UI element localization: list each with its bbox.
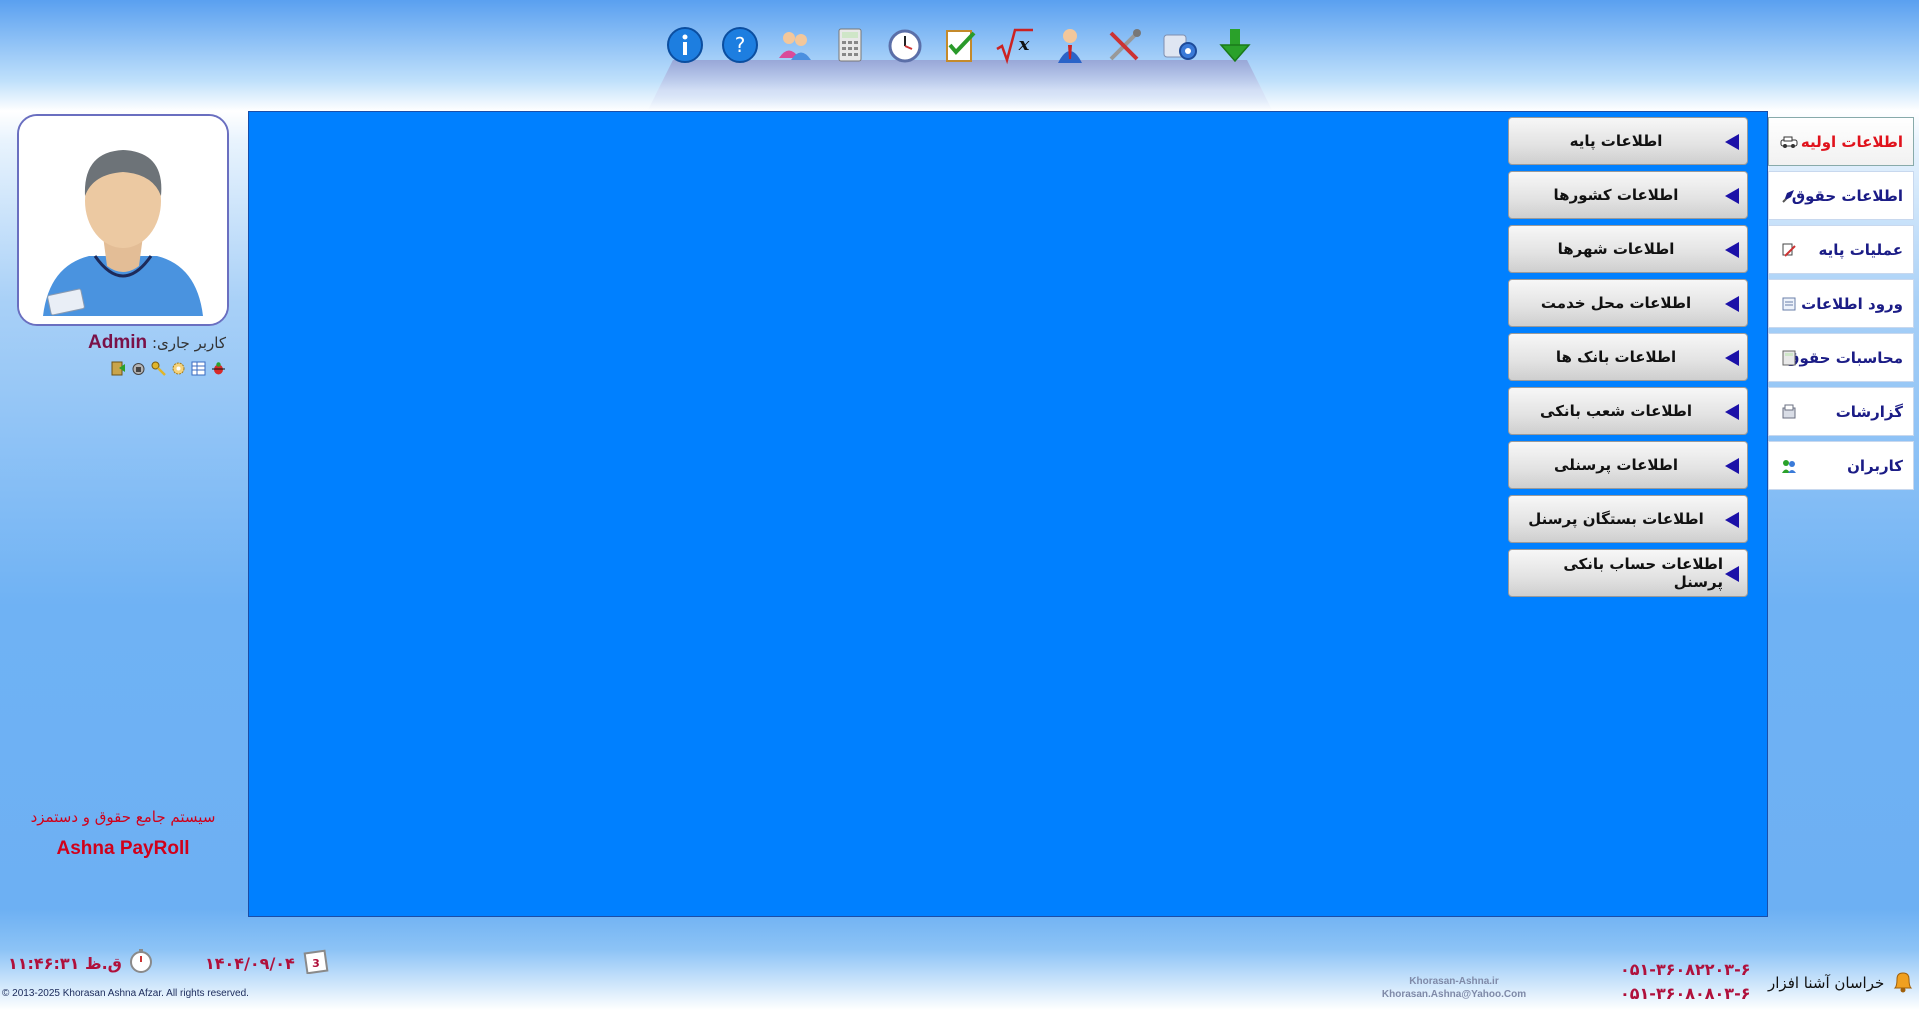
users-icon[interactable] — [773, 23, 818, 68]
main-item-initial-info[interactable]: اطلاعات اولیه — [1768, 117, 1914, 166]
help-icon[interactable]: ? — [718, 23, 763, 68]
calculator-small-icon — [1779, 348, 1799, 368]
table-icon[interactable] — [190, 360, 207, 377]
calculator-icon[interactable] — [828, 23, 873, 68]
arrow-left-icon — [1725, 512, 1739, 528]
main-item-base-operations[interactable]: عملیات پایه — [1768, 225, 1914, 274]
main-item-salary-info[interactable]: اطلاعات حقوق — [1768, 171, 1914, 220]
employee-icon[interactable] — [1048, 23, 1093, 68]
tools-icon[interactable] — [1103, 23, 1148, 68]
arrow-left-icon — [1725, 188, 1739, 204]
gear-icon[interactable] — [170, 360, 187, 377]
car-icon — [1779, 132, 1799, 152]
footer-time: ۱۱:۴۶:۳۱ ق.ظ — [8, 948, 154, 978]
report-icon — [1779, 402, 1799, 422]
brand-title-en: Ashna PayRoll — [56, 838, 190, 859]
copyright: © 2013-2025 Khorasan Ashna Afzar. All ri… — [2, 988, 249, 999]
clock-icon[interactable] — [883, 23, 928, 68]
info-icon[interactable] — [663, 23, 708, 68]
company-contact: Khorasan-Ashna.ir Khorasan.Ashna@Yahoo.C… — [1366, 975, 1542, 1001]
arrow-left-icon — [1725, 566, 1739, 582]
stopwatch-icon — [128, 948, 154, 978]
footer-date: ۱۴۰۴/۰۹/۰۴ 3 — [205, 948, 329, 978]
download-arrow-icon[interactable] — [1213, 23, 1258, 68]
company-phones: ۰۵۱-۳۶۰۸۲۲۰۳-۶ ۰۵۱-۳۶۰۸۰۸۰۳-۶ — [1620, 958, 1750, 1006]
user-tools — [110, 360, 227, 377]
arrow-left-icon — [1725, 350, 1739, 366]
main-item-label: کاربران — [1847, 456, 1903, 475]
main-item-reports[interactable]: گزارشات — [1768, 387, 1914, 436]
phone-1: ۰۵۱-۳۶۰۸۲۲۰۳-۶ — [1620, 960, 1751, 979]
main-item-label: ورود اطلاعات — [1801, 294, 1903, 313]
data-entry-icon — [1779, 294, 1799, 314]
company-name-block: خراسان آشنا افزار — [1768, 968, 1916, 998]
sub-item-base-info[interactable]: اطلاعات پایه — [1508, 117, 1748, 165]
sub-item-label: اطلاعات شعب بانکی — [1540, 402, 1692, 420]
sub-item-label: اطلاعات بستگان پرسنل — [1528, 510, 1704, 528]
main-item-label: گزارشات — [1835, 402, 1903, 421]
key-icon[interactable] — [150, 360, 167, 377]
checklist-icon[interactable] — [938, 23, 983, 68]
top-toolbar: ? x — [648, 0, 1272, 110]
main-item-salary-calculations[interactable]: محاسبات حقوق — [1768, 333, 1914, 382]
exit-icon[interactable] — [110, 360, 127, 377]
sub-item-label: اطلاعات بانک ها — [1555, 348, 1677, 366]
sub-item-bank-branches[interactable]: اطلاعات شعب بانکی — [1508, 387, 1748, 435]
current-user-name: Admin — [88, 332, 148, 353]
settings-tools-icon — [1779, 240, 1799, 260]
svg-text:x: x — [1018, 34, 1030, 55]
toolbar-icons: ? x — [660, 20, 1260, 70]
settings-icon[interactable] — [1158, 23, 1203, 68]
company-name: خراسان آشنا افزار — [1768, 974, 1885, 992]
arrow-left-icon — [1725, 242, 1739, 258]
main-item-label: محاسبات حقوق — [1786, 348, 1903, 367]
company-website[interactable]: Khorasan-Ashna.ir — [1366, 975, 1542, 988]
main-item-label: عملیات پایه — [1818, 240, 1903, 259]
main-item-label: اطلاعات حقوق — [1791, 186, 1903, 205]
sub-item-service-location[interactable]: اطلاعات محل خدمت — [1508, 279, 1748, 327]
sub-item-countries[interactable]: اطلاعات کشورها — [1508, 171, 1748, 219]
sub-item-label: اطلاعات پرسنلی — [1554, 456, 1678, 474]
company-email[interactable]: Khorasan.Ashna@Yahoo.Com — [1366, 988, 1542, 1001]
arrow-left-icon — [1725, 296, 1739, 312]
users-small-icon — [1779, 456, 1799, 476]
lock-icon[interactable] — [130, 360, 147, 377]
phone-2: ۰۵۱-۳۶۰۸۰۸۰۳-۶ — [1620, 984, 1751, 1003]
date-text: ۱۴۰۴/۰۹/۰۴ — [205, 953, 295, 973]
svg-text:?: ? — [735, 33, 746, 57]
current-user: کاربر جاری: Admin — [20, 332, 226, 354]
sub-item-personnel-relatives[interactable]: اطلاعات بستگان پرسنل — [1508, 495, 1748, 543]
time-text: ۱۱:۴۶:۳۱ ق.ظ — [8, 953, 122, 973]
sub-item-label: اطلاعات کشورها — [1553, 186, 1679, 204]
arrow-left-icon — [1725, 134, 1739, 150]
pen-icon — [1779, 186, 1799, 206]
sub-item-banks[interactable]: اطلاعات بانک ها — [1508, 333, 1748, 381]
sub-item-personnel-bank-account[interactable]: اطلاعات حساب بانکی پرسنل — [1508, 549, 1748, 597]
bell-icon — [1890, 968, 1916, 998]
sqrt-x-icon[interactable]: x — [993, 23, 1038, 68]
brand-title-fa: سیستم جامع حقوق و دستمزد — [30, 808, 216, 826]
user-avatar — [17, 114, 229, 326]
arrow-left-icon — [1725, 458, 1739, 474]
svg-text:3: 3 — [312, 957, 320, 970]
bug-icon[interactable] — [210, 360, 227, 377]
arrow-left-icon — [1725, 404, 1739, 420]
sub-item-label: اطلاعات پایه — [1569, 132, 1663, 150]
sub-item-label: اطلاعات حساب بانکی پرسنل — [1563, 555, 1723, 591]
current-user-label: کاربر جاری: — [151, 334, 226, 352]
main-item-label: اطلاعات اولیه — [1800, 132, 1903, 151]
sub-item-cities[interactable]: اطلاعات شهرها — [1508, 225, 1748, 273]
sub-item-label: اطلاعات محل خدمت — [1540, 294, 1692, 312]
calendar-icon: 3 — [303, 948, 329, 978]
main-item-data-entry[interactable]: ورود اطلاعات — [1768, 279, 1914, 328]
sub-item-label: اطلاعات شهرها — [1557, 240, 1675, 258]
sub-item-personnel[interactable]: اطلاعات پرسنلی — [1508, 441, 1748, 489]
main-item-users[interactable]: کاربران — [1768, 441, 1914, 490]
